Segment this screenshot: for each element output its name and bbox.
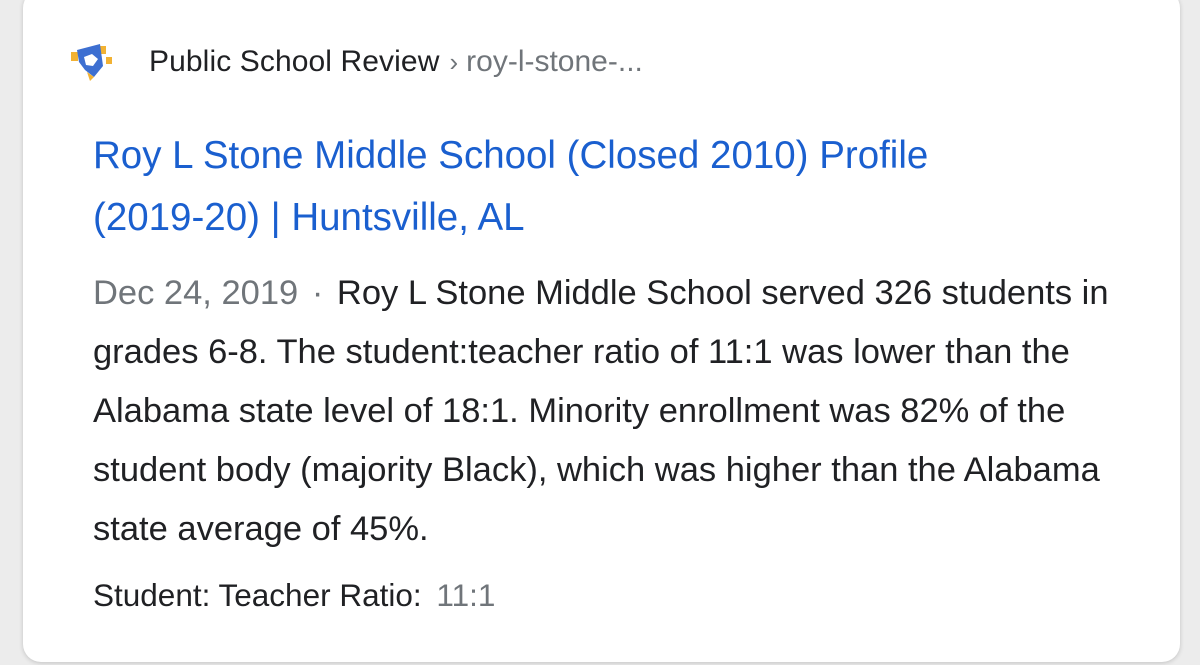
search-result-card: Public School Review › roy-l-stone-... R… (23, 0, 1180, 662)
stat-value: 11:1 (436, 577, 496, 613)
result-date: Dec 24, 2019 (93, 274, 299, 312)
rich-snippet-stat: Student: Teacher Ratio: 11:1 (93, 570, 495, 620)
result-snippet: Dec 24, 2019 · Roy L Stone Middle School… (93, 264, 1183, 559)
public-school-review-logo-icon (71, 44, 112, 81)
source-name: Public School Review (149, 45, 440, 78)
snippet-text: Roy L Stone Middle School served 326 stu… (93, 274, 1109, 548)
breadcrumb-separator: › (449, 46, 459, 77)
source-path: roy-l-stone-... (466, 45, 643, 78)
stat-label: Student: Teacher Ratio: (93, 577, 422, 613)
result-title-line-1: Roy L Stone Middle School (Closed 2010) … (93, 134, 929, 177)
date-separator: · (311, 274, 324, 312)
result-title-link[interactable]: Roy L Stone Middle School (Closed 2010) … (93, 125, 1173, 249)
result-title-line-2: (2019-20) | Huntsville, AL (93, 196, 525, 239)
result-source[interactable]: Public School Review › roy-l-stone-... (70, 42, 643, 82)
